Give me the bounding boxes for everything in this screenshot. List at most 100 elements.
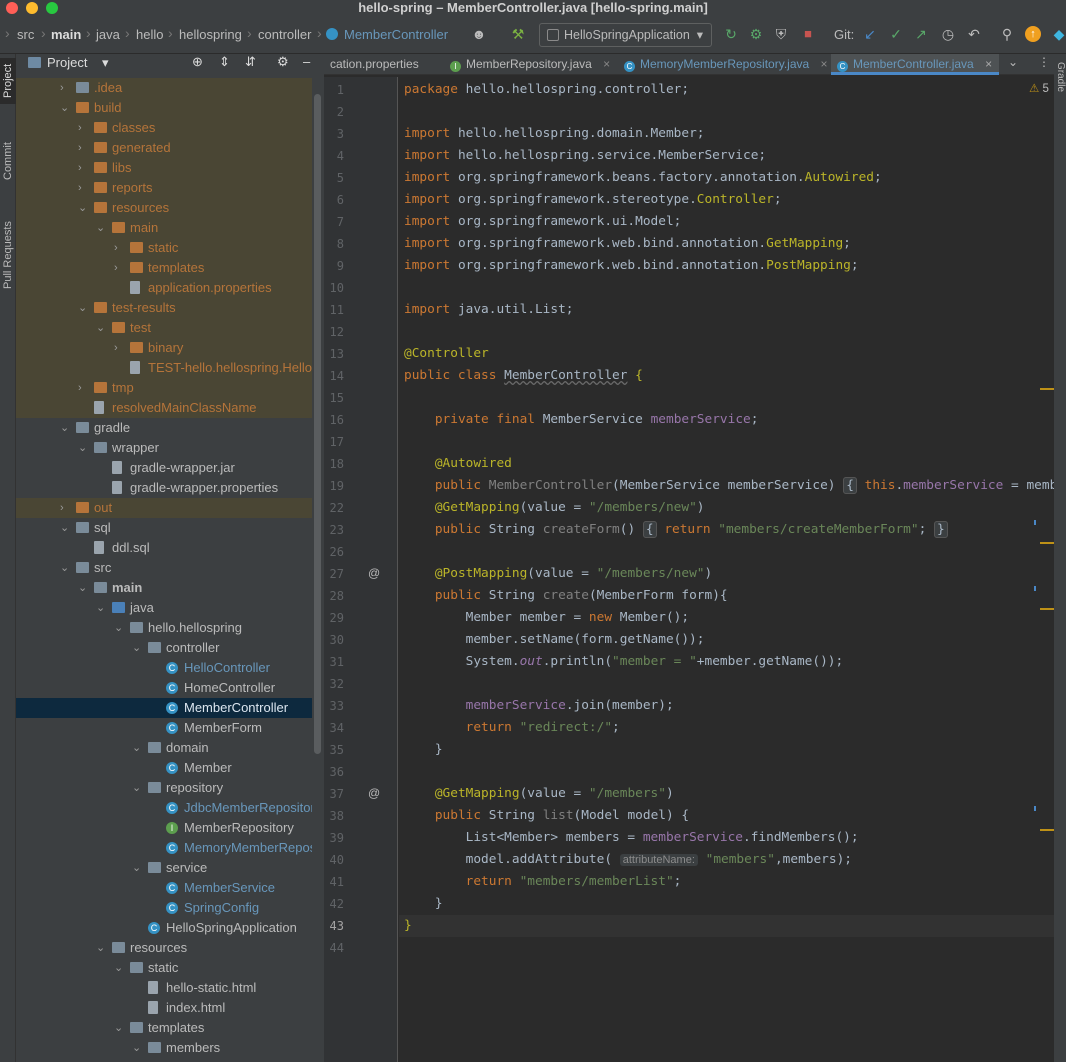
code-line[interactable]: import org.springframework.web.bind.anno… bbox=[404, 233, 851, 255]
tree-item[interactable]: ⌄ controller bbox=[16, 638, 312, 658]
warning-stripe[interactable] bbox=[1040, 608, 1054, 610]
chevron-down-icon[interactable]: ⌄ bbox=[114, 1018, 124, 1038]
history-clock-icon[interactable]: ◷ bbox=[939, 25, 957, 43]
tree-item[interactable]: › classes bbox=[16, 118, 312, 138]
code-line[interactable]: public String create(MemberForm form){ bbox=[404, 585, 728, 607]
warning-stripe[interactable] bbox=[1040, 388, 1054, 390]
chevron-down-icon[interactable]: ⌄ bbox=[132, 738, 142, 758]
tab-membercontroller[interactable]: C MemberController.java × bbox=[831, 54, 999, 75]
chevron-down-icon[interactable]: ⌄ bbox=[78, 198, 88, 218]
tree-item[interactable]: C HelloSpringApplication bbox=[16, 918, 312, 938]
tree-item[interactable]: ⌄ main bbox=[16, 578, 312, 598]
build-hammer-icon[interactable]: ⚒ bbox=[509, 25, 527, 43]
tree-item[interactable]: ⌄ resources bbox=[16, 198, 312, 218]
chevron-right-icon[interactable]: › bbox=[78, 118, 88, 138]
tree-item[interactable]: C SpringConfig bbox=[16, 898, 312, 918]
chevron-down-icon[interactable]: ⌄ bbox=[96, 938, 106, 958]
close-icon[interactable]: × bbox=[821, 57, 828, 71]
tree-item[interactable]: C MemberController bbox=[16, 698, 312, 718]
expand-all-icon[interactable]: ⇕ bbox=[219, 54, 230, 70]
tree-item[interactable]: C HomeController bbox=[16, 678, 312, 698]
tab-application-properties[interactable]: cation.properties bbox=[324, 54, 442, 75]
chevron-down-icon[interactable]: ▾ bbox=[102, 55, 109, 71]
code-line[interactable]: package hello.hellospring.controller; bbox=[404, 79, 689, 101]
tree-item[interactable]: ⌄ sql bbox=[16, 518, 312, 538]
chevron-down-icon[interactable]: ⌄ bbox=[78, 438, 88, 458]
code-line[interactable]: } bbox=[404, 893, 443, 915]
tree-item[interactable]: ⌄ wrapper bbox=[16, 438, 312, 458]
code-line[interactable]: model.addAttribute( attributeName: "memb… bbox=[404, 849, 852, 871]
minimize-window-button[interactable] bbox=[26, 2, 38, 14]
user-icon[interactable]: ☻ bbox=[470, 25, 488, 43]
code-line[interactable]: public MemberController(MemberService me… bbox=[404, 475, 1054, 497]
code-line[interactable]: import org.springframework.stereotype.Co… bbox=[404, 189, 782, 211]
tree-item[interactable]: ⌄ src bbox=[16, 558, 312, 578]
close-window-button[interactable] bbox=[6, 2, 18, 14]
tree-item[interactable]: › out bbox=[16, 498, 312, 518]
breadcrumb-java[interactable]: java bbox=[96, 27, 120, 42]
run-configuration-select[interactable]: HelloSpringApplication ▾ bbox=[539, 23, 712, 47]
change-marker[interactable] bbox=[1034, 586, 1036, 591]
request-mapping-gutter-icon[interactable]: @ bbox=[368, 786, 380, 800]
chevron-down-icon[interactable]: ⌄ bbox=[114, 958, 124, 978]
code-line[interactable]: import hello.hellospring.service.MemberS… bbox=[404, 145, 766, 167]
tool-tab-gradle[interactable]: Gradle bbox=[1054, 62, 1066, 92]
chevron-down-icon[interactable]: ⌄ bbox=[60, 518, 70, 538]
code-line[interactable]: @GetMapping(value = "/members/new") bbox=[404, 497, 705, 519]
tool-tab-project[interactable]: Project bbox=[0, 58, 16, 104]
tree-item[interactable]: gradle-wrapper.properties bbox=[16, 478, 312, 498]
tree-item[interactable]: ⌄ domain bbox=[16, 738, 312, 758]
code-line[interactable]: member.setName(form.getName()); bbox=[404, 629, 705, 651]
code-line[interactable]: import org.springframework.beans.factory… bbox=[404, 167, 882, 189]
tree-item[interactable]: › reports bbox=[16, 178, 312, 198]
chevron-down-icon[interactable]: ⌄ bbox=[60, 98, 70, 118]
rollback-icon[interactable]: ↶ bbox=[965, 25, 983, 43]
chevron-down-icon[interactable]: ⌄ bbox=[132, 1038, 142, 1058]
tree-item[interactable]: › templates bbox=[16, 258, 312, 278]
code-line[interactable]: import org.springframework.ui.Model; bbox=[404, 211, 681, 233]
request-mapping-gutter-icon[interactable]: @ bbox=[368, 566, 380, 580]
chevron-down-icon[interactable]: ⌄ bbox=[132, 858, 142, 878]
close-icon[interactable]: × bbox=[603, 57, 610, 71]
tree-item[interactable]: › tmp bbox=[16, 378, 312, 398]
tree-item[interactable]: › libs bbox=[16, 158, 312, 178]
code-line[interactable]: import org.springframework.web.bind.anno… bbox=[404, 255, 859, 277]
tree-item[interactable]: ⌄ resources bbox=[16, 938, 312, 958]
tree-item[interactable]: I MemberRepository bbox=[16, 818, 312, 838]
chevron-right-icon[interactable]: › bbox=[114, 338, 124, 358]
tree-item[interactable]: C MemberForm bbox=[16, 718, 312, 738]
tree-item[interactable]: › binary bbox=[16, 338, 312, 358]
code-line[interactable]: public String createForm() { return "mem… bbox=[404, 519, 948, 541]
hide-icon[interactable]: – bbox=[303, 54, 310, 69]
breadcrumb-membercontroller[interactable]: MemberController bbox=[344, 27, 448, 42]
chevron-down-icon[interactable]: ⌄ bbox=[1008, 55, 1018, 69]
code-line[interactable]: @GetMapping(value = "/members") bbox=[404, 783, 674, 805]
code-line[interactable]: @Controller bbox=[404, 343, 489, 365]
code-line[interactable]: } bbox=[404, 915, 412, 937]
chevron-right-icon[interactable]: › bbox=[114, 258, 124, 278]
warning-stripe[interactable] bbox=[1040, 542, 1054, 544]
chevron-down-icon[interactable]: ⌄ bbox=[96, 318, 106, 338]
tree-item[interactable]: ⌄ build bbox=[16, 98, 312, 118]
tree-item[interactable]: › generated bbox=[16, 138, 312, 158]
chevron-down-icon[interactable]: ⌄ bbox=[78, 578, 88, 598]
search-icon[interactable]: ⚲ bbox=[998, 25, 1016, 43]
chevron-right-icon[interactable]: › bbox=[114, 238, 124, 258]
tab-memorymemberrepository[interactable]: C MemoryMemberRepository.java × bbox=[618, 54, 830, 75]
chevron-right-icon[interactable]: › bbox=[60, 498, 70, 518]
code-line[interactable]: } bbox=[404, 739, 443, 761]
tool-tab-pull-requests[interactable]: Pull Requests bbox=[0, 210, 16, 300]
gear-icon[interactable]: ⚙ bbox=[277, 54, 289, 70]
code-area[interactable]: ⚠ 5 ⚠ 1 ⌃ ⌄ package hello.hellospring.co… bbox=[399, 77, 1054, 1062]
code-line[interactable]: memberService.join(member); bbox=[404, 695, 674, 717]
tree-item[interactable]: C Member bbox=[16, 758, 312, 778]
code-line[interactable]: System.out.println("member = "+member.ge… bbox=[404, 651, 844, 673]
chevron-right-icon[interactable]: › bbox=[78, 178, 88, 198]
tree-item[interactable]: hello-static.html bbox=[16, 978, 312, 998]
code-line[interactable]: import hello.hellospring.domain.Member; bbox=[404, 123, 704, 145]
tool-tab-commit[interactable]: Commit bbox=[0, 134, 16, 188]
tree-item[interactable]: resolvedMainClassName bbox=[16, 398, 312, 418]
chevron-down-icon[interactable]: ⌄ bbox=[60, 558, 70, 578]
change-marker[interactable] bbox=[1034, 520, 1036, 525]
code-line[interactable]: @Autowired bbox=[404, 453, 512, 475]
